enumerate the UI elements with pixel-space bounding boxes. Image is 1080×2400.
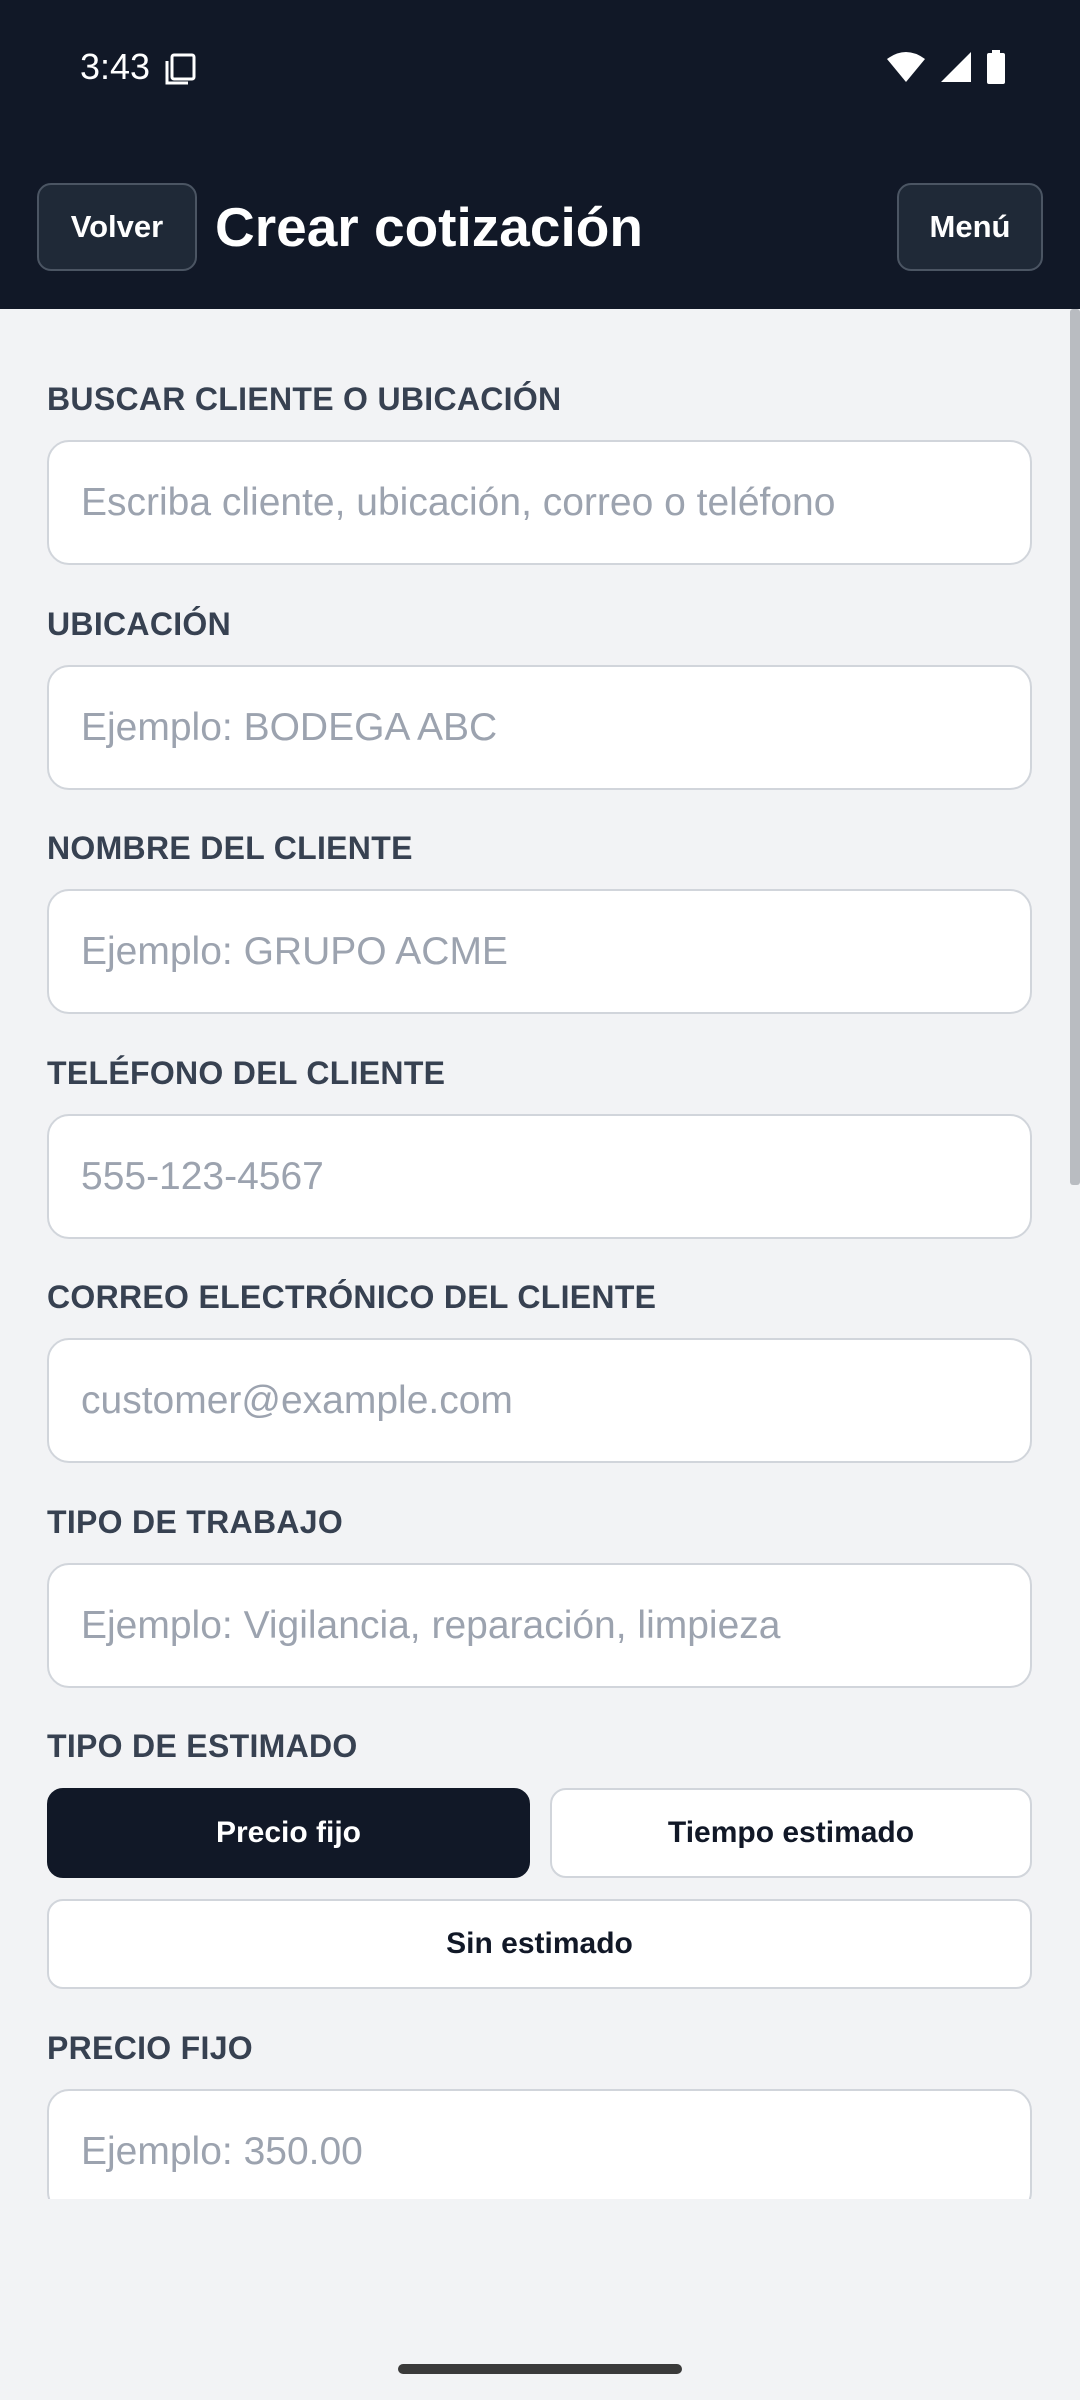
wifi-icon xyxy=(886,51,926,88)
client-email-input[interactable] xyxy=(47,1338,1032,1463)
status-time: 3:43 xyxy=(80,46,151,87)
back-button[interactable]: Volver xyxy=(37,183,197,271)
clipboard-icon xyxy=(163,52,197,86)
client-name-label: NOMBRE DEL CLIENTE xyxy=(47,830,413,866)
search-input[interactable] xyxy=(47,440,1032,565)
home-indicator[interactable] xyxy=(398,2364,682,2374)
status-bar: 3:43 xyxy=(0,0,1080,136)
menu-button[interactable]: Menú xyxy=(897,183,1043,271)
estimate-none-button[interactable]: Sin estimado xyxy=(47,1899,1032,1989)
quote-form: BUSCAR CLIENTE O UBICACIÓN UBICACIÓN NOM… xyxy=(0,309,1080,2199)
client-email-label: CORREO ELECTRÓNICO DEL CLIENTE xyxy=(47,1279,657,1315)
fixed-price-label: PRECIO FIJO xyxy=(47,2030,254,2066)
search-label: BUSCAR CLIENTE O UBICACIÓN xyxy=(47,381,562,417)
client-phone-label: TELÉFONO DEL CLIENTE xyxy=(47,1055,446,1091)
estimate-fixed-price-button[interactable]: Precio fijo xyxy=(47,1788,530,1878)
app-bar: Volver Crear cotización Menú xyxy=(0,136,1080,309)
scrollbar[interactable] xyxy=(1070,309,1080,1185)
location-label: UBICACIÓN xyxy=(47,606,232,642)
location-input[interactable] xyxy=(47,665,1032,790)
estimate-type-label: TIPO DE ESTIMADO xyxy=(47,1728,358,1764)
estimate-estimated-time-button[interactable]: Tiempo estimado xyxy=(550,1788,1032,1878)
client-phone-input[interactable] xyxy=(47,1114,1032,1239)
page-title: Crear cotización xyxy=(215,196,643,258)
status-icons xyxy=(886,50,1006,89)
battery-icon xyxy=(986,50,1006,89)
fixed-price-input[interactable] xyxy=(47,2089,1032,2199)
job-type-input[interactable] xyxy=(47,1563,1032,1688)
client-name-input[interactable] xyxy=(47,889,1032,1014)
screen: 3:43 Volver Crear cotización Menú BUSCAR… xyxy=(0,0,1080,2400)
job-type-label: TIPO DE TRABAJO xyxy=(47,1504,344,1540)
cellular-signal-icon xyxy=(940,51,972,88)
